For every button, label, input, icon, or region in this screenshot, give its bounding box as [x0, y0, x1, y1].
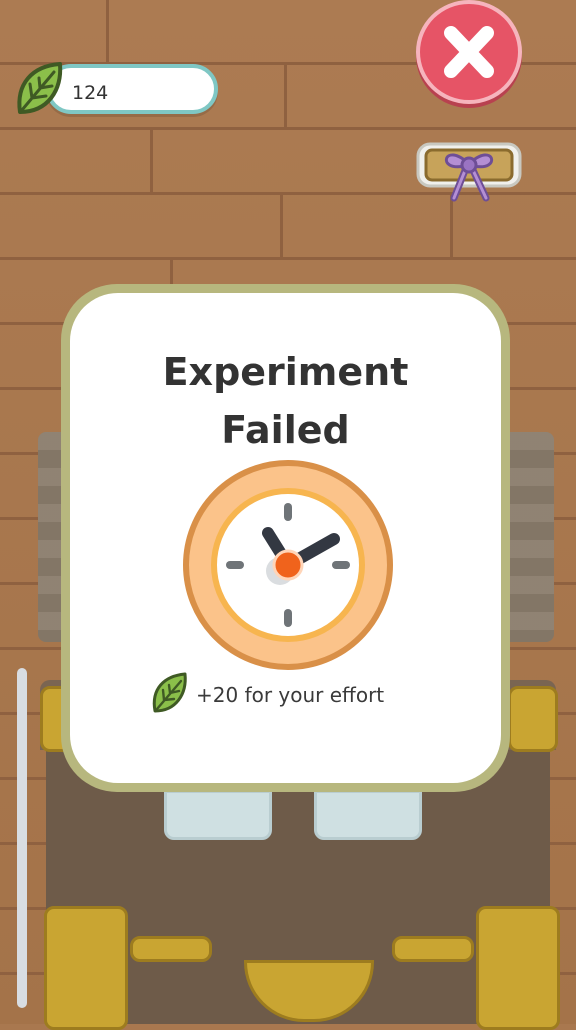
- leaf-count: 124: [72, 82, 109, 104]
- title-line-2: Failed: [221, 408, 350, 452]
- wall-seam: [106, 0, 109, 62]
- scroll-track[interactable]: [17, 668, 27, 1008]
- gift-bow-button[interactable]: [414, 126, 524, 208]
- chest-brass-band: [130, 936, 212, 962]
- reward-text: +20 for your effort: [196, 683, 385, 707]
- chest-brass-corner: [508, 686, 558, 752]
- background-tray: [164, 790, 272, 840]
- chest-brass-corner: [476, 906, 560, 1030]
- wall-seam: [284, 65, 287, 127]
- experiment-result-dialog: Experiment Failed +20 for your effort: [61, 284, 510, 792]
- dialog-panel: Experiment Failed +20 for your effort: [70, 293, 501, 783]
- reward-row: +20 for your effort: [150, 671, 450, 717]
- close-button[interactable]: [416, 0, 522, 104]
- leaf-icon: [152, 672, 187, 713]
- wall-seam: [150, 130, 153, 192]
- dialog-title: Experiment Failed: [70, 343, 501, 459]
- close-icon: [444, 26, 494, 78]
- leaf-icon: [17, 62, 63, 114]
- wall-seam: [280, 195, 283, 257]
- title-line-1: Experiment: [162, 350, 409, 394]
- clock-icon: [183, 460, 393, 670]
- chest-brass-corner: [44, 906, 128, 1030]
- chest-brass-band: [392, 936, 474, 962]
- leaf-counter: 124: [46, 64, 218, 114]
- background-tray: [314, 790, 422, 840]
